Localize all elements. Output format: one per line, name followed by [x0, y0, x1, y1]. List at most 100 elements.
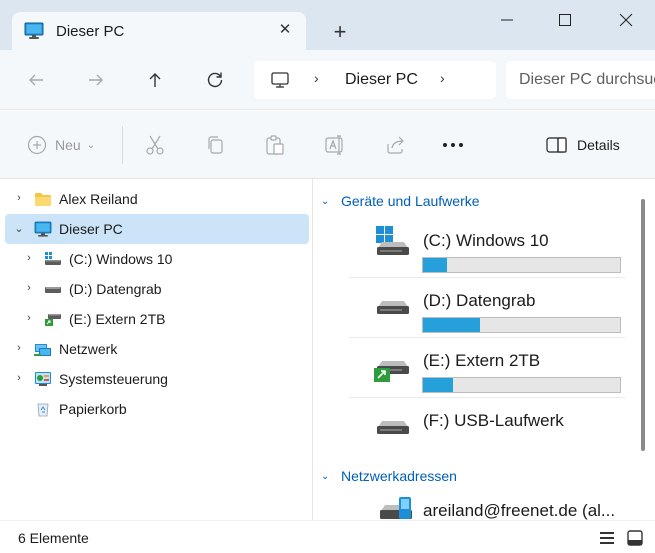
monitor-icon	[34, 221, 52, 237]
copy-button[interactable]	[205, 133, 225, 157]
share-button[interactable]	[385, 133, 407, 157]
drive-label: (D:) Datengrab	[423, 291, 536, 310]
tree-label: Papierkorb	[59, 401, 127, 417]
tree-item-systemsteuerung[interactable]: › Systemsteuerung	[5, 364, 309, 394]
chevron-down-icon: ⌄	[86, 139, 96, 151]
drive-label: (C:) Windows 10	[423, 231, 549, 250]
separator	[122, 126, 123, 164]
group-header-network[interactable]: ⌄ Netzwerkadressen	[321, 466, 457, 486]
recycle-bin-icon	[37, 403, 49, 417]
tab-title: Dieser PC	[56, 23, 125, 40]
arrow-up-icon	[149, 73, 161, 87]
tree-item-alex-reiland[interactable]: › Alex Reiland	[5, 184, 309, 214]
cut-button[interactable]	[145, 133, 165, 157]
navigation-pane: › Alex Reiland ⌄ Dieser PC › (C:) Window…	[0, 179, 312, 520]
monitor-icon	[24, 22, 44, 39]
chevron-right-icon[interactable]: ›	[23, 282, 35, 296]
chevron-right-icon[interactable]: ›	[23, 312, 35, 326]
tree-label: Alex Reiland	[59, 191, 138, 207]
drive-label: (E:) Extern 2TB	[423, 351, 541, 370]
new-button[interactable]: Neu ⌄	[27, 133, 95, 157]
paste-icon	[266, 135, 284, 155]
drive-icon	[377, 421, 409, 434]
more-options-button[interactable]	[442, 133, 466, 157]
network-location-label: areiland@freenet.de (al...	[423, 501, 616, 520]
folder-icon	[35, 193, 51, 206]
tree-item-drive-e[interactable]: › (E:) Extern 2TB	[5, 304, 309, 334]
address-bar[interactable]: › Dieser PC ›	[254, 61, 496, 99]
content-scrollbar[interactable]	[638, 185, 648, 515]
drive-tile-d[interactable]: (D:) Datengrab	[373, 283, 625, 343]
tree-item-drive-d[interactable]: › (D:) Datengrab	[5, 274, 309, 304]
breadcrumb-dieser-pc[interactable]: Dieser PC	[345, 71, 418, 89]
details-pane-button[interactable]: Details	[546, 133, 620, 157]
drive-icon	[377, 301, 409, 314]
rename-button[interactable]	[324, 133, 346, 157]
tree-item-netzwerk[interactable]: › Netzwerk	[5, 334, 309, 364]
chevron-right-icon[interactable]: ›	[13, 342, 25, 356]
drive-usage-bar	[422, 257, 621, 273]
minimize-button[interactable]	[478, 0, 536, 40]
up-button[interactable]	[140, 65, 170, 95]
content-pane: ⌄ Geräte und Laufwerke (C:) Windows 10 (…	[313, 179, 655, 520]
drive-label: (F:) USB-Laufwerk	[423, 411, 564, 430]
close-tab-icon[interactable]: ✕	[274, 19, 296, 41]
more-icon	[443, 143, 463, 147]
drive-usage-fill	[423, 258, 447, 272]
drive-usage-bar	[422, 317, 621, 333]
drive-tile-f[interactable]: (F:) USB-Laufwerk	[373, 403, 625, 463]
tree-item-papierkorb[interactable]: Papierkorb	[5, 394, 309, 424]
tree-label: Systemsteuerung	[59, 371, 168, 387]
share-icon	[387, 136, 404, 154]
external-drive-icon	[45, 314, 61, 326]
details-label: Details	[577, 137, 620, 153]
chevron-down-icon: ⌄	[321, 470, 330, 482]
arrow-right-icon	[89, 74, 103, 86]
back-button[interactable]	[21, 65, 51, 95]
tree-item-dieser-pc[interactable]: ⌄ Dieser PC	[5, 214, 309, 244]
details-view-icon[interactable]	[598, 529, 616, 547]
external-drive-icon	[374, 361, 409, 382]
tree-label: Netzwerk	[59, 341, 118, 357]
group-title: Geräte und Laufwerke	[341, 193, 480, 209]
paste-button[interactable]	[265, 133, 285, 157]
maximize-icon	[559, 14, 571, 26]
details-pane-icon	[546, 137, 567, 153]
tab-dieser-pc[interactable]: Dieser PC ✕	[12, 12, 306, 50]
item-count: 6 Elemente	[18, 530, 89, 546]
new-tab-button[interactable]: +	[326, 18, 354, 46]
tree-label: (E:) Extern 2TB	[69, 311, 166, 327]
status-bar: 6 Elemente	[0, 520, 655, 553]
refresh-button[interactable]	[200, 65, 230, 95]
navigation-bar: › Dieser PC › Dieser PC durchsuchen	[0, 50, 655, 110]
copy-icon	[208, 136, 223, 154]
title-bar: Dieser PC ✕ +	[0, 0, 655, 50]
search-input[interactable]: Dieser PC durchsuchen	[519, 71, 655, 89]
search-box[interactable]: Dieser PC durchsuchen	[506, 61, 655, 99]
group-title: Netzwerkadressen	[341, 468, 457, 484]
drive-tile-e[interactable]: (E:) Extern 2TB	[373, 343, 625, 403]
plus-circle-icon	[27, 135, 47, 155]
chevron-right-icon[interactable]: ›	[23, 252, 35, 266]
forward-button[interactable]	[81, 65, 111, 95]
maximize-button[interactable]	[536, 0, 594, 40]
chevron-right-icon[interactable]: ›	[13, 192, 25, 206]
chevron-down-icon[interactable]: ⌄	[13, 222, 25, 236]
tree-item-drive-c[interactable]: › (C:) Windows 10	[5, 244, 309, 274]
refresh-icon	[207, 72, 223, 88]
network-location-icon	[380, 497, 412, 519]
close-window-button[interactable]	[597, 0, 655, 40]
breadcrumb-separator[interactable]: ›	[314, 70, 319, 86]
breadcrumb-expand[interactable]: ›	[440, 70, 445, 86]
drive-usage-fill	[423, 318, 481, 332]
tiles-view-icon[interactable]	[626, 529, 644, 547]
minimize-icon	[501, 19, 513, 21]
chevron-right-icon[interactable]: ›	[13, 372, 25, 386]
scrollbar-thumb[interactable]	[641, 199, 645, 451]
windows-drive-icon	[376, 226, 409, 255]
group-header-devices[interactable]: ⌄ Geräte und Laufwerke	[321, 191, 480, 211]
drive-tile-c[interactable]: (C:) Windows 10	[373, 223, 625, 283]
drive-usage-bar	[422, 377, 621, 393]
network-location-tile[interactable]: areiland@freenet.de (al...	[373, 495, 633, 520]
